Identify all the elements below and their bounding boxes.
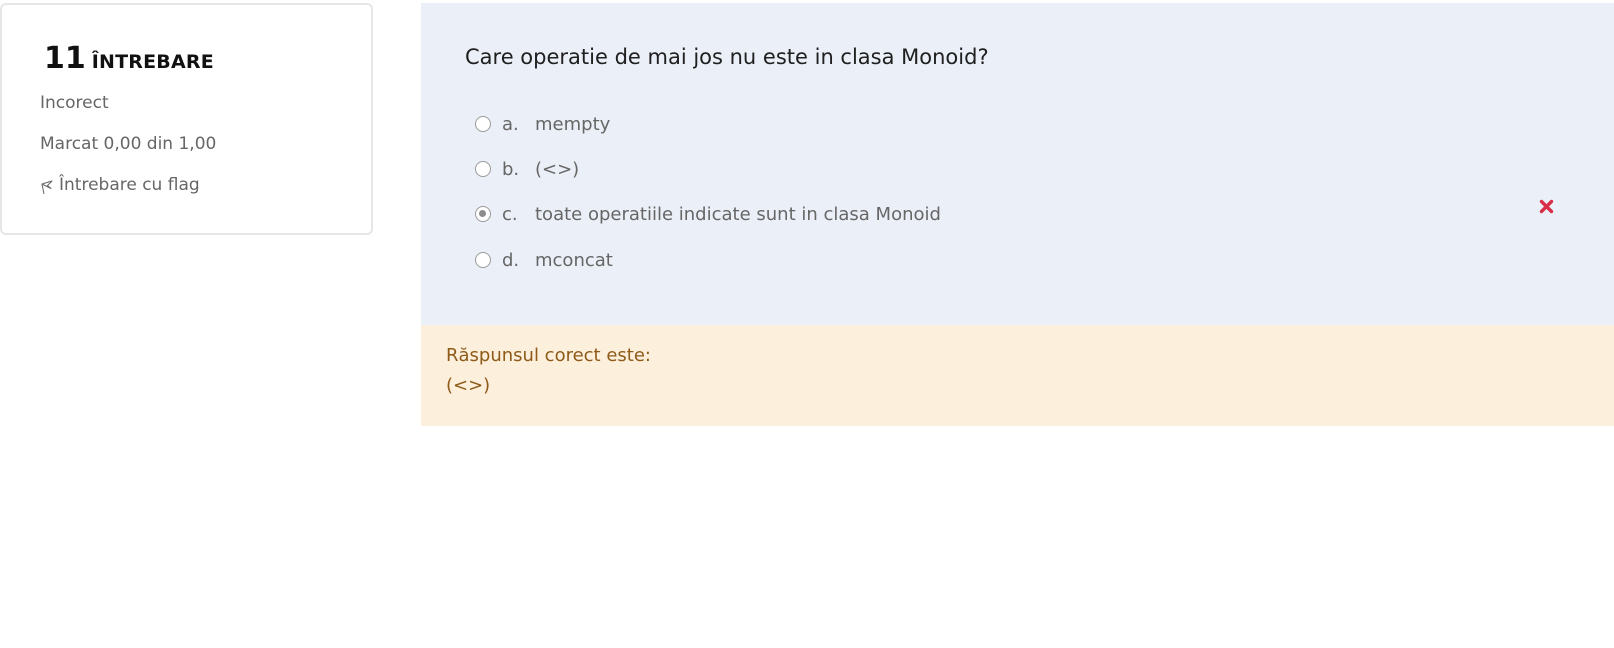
flag-label: Întrebare cu flag	[59, 175, 200, 195]
answer-option-b[interactable]: b. (<>)	[475, 155, 579, 183]
radio-button-selected[interactable]	[475, 206, 491, 222]
radio-button[interactable]	[475, 116, 491, 132]
radio-button[interactable]	[475, 161, 491, 177]
answer-text: mconcat	[535, 249, 613, 271]
answer-letter: a.	[502, 113, 519, 135]
answer-option-a[interactable]: a. mempty	[475, 110, 610, 138]
feedback-title: Răspunsul corect este:	[446, 345, 651, 366]
answer-letter: c.	[502, 203, 518, 225]
feedback-correct-answer: (<>)	[446, 375, 491, 396]
question-number-heading: 11 ÎNTREBARE	[44, 41, 214, 76]
answer-letter: d.	[502, 249, 520, 271]
red-x-icon	[1539, 199, 1554, 214]
question-info-card: 11 ÎNTREBARE Incorect Marcat 0,00 din 1,…	[0, 3, 373, 235]
answer-option-c[interactable]: c. toate operatiile indicate sunt in cla…	[475, 200, 941, 228]
radio-button[interactable]	[475, 252, 491, 268]
answer-letter: b.	[502, 158, 520, 180]
answer-option-d[interactable]: d. mconcat	[475, 246, 613, 274]
question-label: ÎNTREBARE	[91, 51, 214, 73]
flag-icon	[41, 180, 53, 195]
answer-text: (<>)	[535, 158, 580, 180]
question-content: Care operatie de mai jos nu este in clas…	[421, 3, 1614, 325]
question-state: Incorect	[40, 93, 109, 113]
correct-answer-feedback: Răspunsul corect este: (<>)	[421, 325, 1614, 426]
question-text: Care operatie de mai jos nu este in clas…	[465, 45, 989, 69]
answer-text: toate operatiile indicate sunt in clasa …	[535, 203, 941, 225]
question-grade: Marcat 0,00 din 1,00	[40, 134, 217, 154]
answer-text: mempty	[535, 113, 611, 135]
question-number: 11	[44, 41, 86, 76]
flag-question-link[interactable]: Întrebare cu flag	[40, 175, 200, 195]
